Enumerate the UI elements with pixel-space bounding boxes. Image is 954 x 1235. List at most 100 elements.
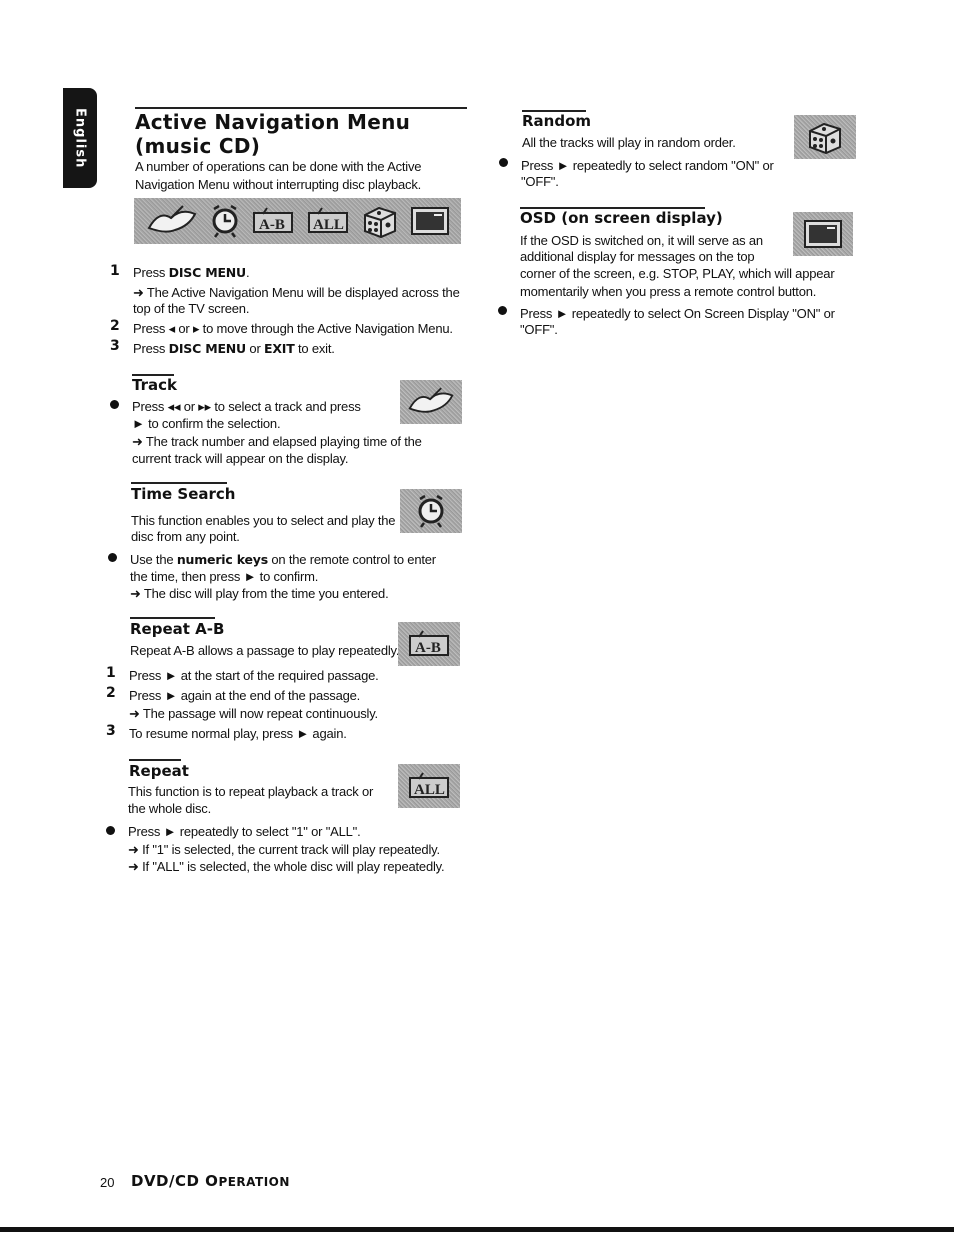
step-number: 3 (110, 338, 120, 354)
track-icon (408, 387, 454, 413)
track-icon-box (400, 380, 462, 424)
step-text: or (246, 341, 264, 356)
bottom-rule (0, 1227, 954, 1232)
section-rule (131, 482, 227, 484)
osd-screen-icon (804, 220, 842, 248)
language-tab: English (63, 88, 97, 188)
step-number: 2 (106, 685, 116, 701)
key-name: DISC MENU (168, 265, 247, 280)
step-1-text: Press DISC MENU. (133, 264, 250, 281)
random-line2: "OFF". (521, 174, 559, 189)
page-title: Active Navigation Menu (music CD) (135, 110, 465, 158)
svg-text:ALL: ALL (414, 782, 445, 798)
bullet (499, 158, 508, 167)
repeat-heading: Repeat (129, 762, 189, 780)
repeat-ab-icon: A-B (409, 630, 449, 656)
osd-desc2: additional display for messages on the t… (520, 249, 755, 264)
page-title-line1: Active Navigation Menu (135, 110, 411, 134)
key-name: EXIT (264, 341, 295, 356)
step-text: Press (133, 341, 169, 356)
time-search-clock-icon (418, 494, 444, 528)
page-title-line2: (music CD) (135, 134, 261, 158)
random-dice-icon (809, 122, 841, 155)
section-title: DVD/CD OPERATION (131, 1172, 290, 1190)
osd-desc3: corner of the screen, e.g. STOP, PLAY, w… (520, 266, 835, 281)
page-number: 20 (100, 1175, 115, 1190)
key-name: numeric keys (176, 552, 268, 567)
section-rule (129, 759, 181, 761)
time-search-heading: Time Search (131, 485, 236, 503)
step-text: to exit. (294, 341, 335, 356)
step-3-text: Press DISC MENU or EXIT to exit. (133, 340, 335, 357)
repeat-icon-box: ALL (398, 764, 460, 808)
svg-text:A-B: A-B (415, 640, 441, 656)
time-search-desc2: disc from any point. (131, 529, 240, 544)
time-search-desc1: This function enables you to select and … (131, 513, 396, 528)
section-title-main: DVD/CD O (131, 1172, 219, 1190)
repeat-desc1: This function is to repeat playback a tr… (128, 784, 374, 799)
time-search-line2: the time, then press ► to confirm. (130, 569, 319, 584)
repeat-ab-icon: A-B (253, 207, 294, 233)
repeat-line1: Press ► repeatedly to select "1" or "ALL… (128, 824, 361, 839)
repeat-ab-desc: Repeat A-B allows a passage to play repe… (130, 643, 400, 658)
repeat-line3: ➜ If "ALL" is selected, the whole disc w… (128, 859, 445, 874)
step-text: . (246, 265, 250, 280)
osd-line2: "OFF". (520, 322, 558, 337)
title-rule (135, 107, 467, 109)
osd-desc4: momentarily when you press a remote cont… (520, 284, 817, 299)
step-2-text: Press ◂ or ▸ to move through the Active … (133, 321, 453, 336)
intro-line2: Navigation Menu without interrupting dis… (135, 177, 422, 192)
track-icon (147, 205, 197, 233)
repeat-ab-step2: Press ► again at the end of the passage. (129, 688, 361, 703)
repeat-all-icon: ALL (307, 207, 348, 233)
language-tab-label: English (72, 107, 88, 169)
random-desc: All the tracks will play in random order… (522, 135, 736, 150)
repeat-all-icon: ALL (409, 772, 449, 798)
track-line4: current track will appear on the display… (132, 451, 349, 466)
key-name: DISC MENU (168, 341, 247, 356)
time-search-line1: Use the numeric keys on the remote contr… (130, 551, 436, 568)
random-line1: Press ► repeatedly to select random "ON"… (521, 158, 774, 173)
repeat-line2: ➜ If "1" is selected, the current track … (128, 842, 440, 857)
repeat-desc2: the whole disc. (128, 801, 211, 816)
random-dice-icon (363, 206, 396, 239)
svg-text:ALL: ALL (313, 217, 344, 233)
track-heading: Track (132, 376, 177, 394)
repeat-ab-step2-result: ➜ The passage will now repeat continuous… (129, 706, 378, 721)
section-rule (130, 617, 215, 619)
step-text: Press (133, 265, 169, 280)
bullet (110, 400, 119, 409)
time-search-icon-box (400, 489, 462, 533)
svg-text:A-B: A-B (259, 217, 285, 233)
step-1-result-line2: top of the TV screen. (133, 301, 250, 316)
osd-screen-icon (410, 207, 449, 235)
repeat-ab-step1: Press ► at the start of the required pas… (129, 668, 379, 683)
osd-icon-box (793, 212, 853, 256)
track-line2: ► to confirm the selection. (132, 416, 281, 431)
step-number: 1 (110, 263, 120, 279)
osd-line1: Press ► repeatedly to select On Screen D… (520, 306, 835, 321)
bullet (106, 826, 115, 835)
track-line3: ➜ The track number and elapsed playing t… (132, 434, 422, 449)
bullet (108, 553, 117, 562)
random-heading: Random (522, 112, 592, 130)
step-number: 3 (106, 723, 116, 739)
bullet (498, 306, 507, 315)
active-navigation-menu-strip: A-B ALL (134, 198, 461, 244)
section-title-smallcaps: PERATION (218, 1175, 290, 1189)
track-line1: Press ◂◂ or ▸▸ to select a track and pre… (132, 399, 361, 414)
step-text: on the remote control to enter (267, 552, 436, 567)
step-1-result-line1: ➜ The Active Navigation Menu will be dis… (133, 285, 460, 300)
intro-line1: A number of operations can be done with … (135, 159, 422, 174)
repeat-ab-heading: Repeat A-B (130, 620, 225, 638)
step-number: 2 (110, 318, 120, 334)
step-text: Use the (130, 552, 177, 567)
osd-heading: OSD (on screen display) (520, 209, 723, 227)
time-search-clock-icon (212, 204, 238, 238)
random-icon-box (794, 115, 856, 159)
repeat-ab-step3: To resume normal play, press ► again. (129, 726, 347, 741)
step-number: 1 (106, 665, 116, 681)
osd-desc1: If the OSD is switched on, it will serve… (520, 233, 763, 248)
repeat-ab-icon-box: A-B (398, 622, 460, 666)
time-search-line3: ➜ The disc will play from the time you e… (130, 586, 389, 601)
